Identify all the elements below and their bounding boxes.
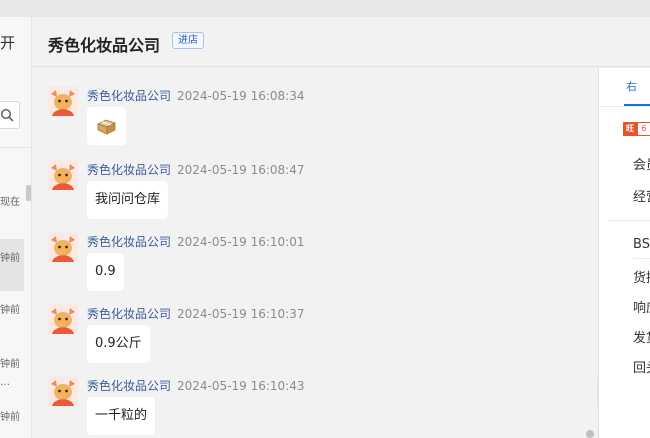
badge-primary: 旺 bbox=[623, 122, 637, 136]
message-time: 2024-05-19 16:10:37 bbox=[177, 307, 305, 321]
chat-header: 秀色化妆品公司 进店 bbox=[33, 17, 650, 67]
seller-badge: 旺 6 bbox=[623, 122, 650, 136]
message-sender: 秀色化妆品公司 bbox=[87, 307, 172, 321]
info-row-label: 经营 bbox=[633, 190, 650, 205]
message-sender: 秀色化妆品公司 bbox=[87, 379, 172, 393]
message-time: 2024-05-19 16:10:43 bbox=[177, 379, 305, 393]
conversation-preview: … bbox=[0, 377, 10, 388]
tab-shop-info[interactable]: 右 bbox=[626, 78, 637, 94]
message-time: 2024-05-19 16:10:01 bbox=[177, 235, 305, 249]
divider bbox=[609, 220, 650, 221]
message-list[interactable]: 秀色化妆品公司 2024-05-19 16:08:34 秀色化妆品公司 2024-0… bbox=[33, 68, 598, 438]
shop-avatar-icon[interactable] bbox=[48, 376, 78, 406]
message-time: 2024-05-19 16:08:34 bbox=[177, 89, 305, 103]
message-bubble[interactable]: 0.9公斤 bbox=[87, 325, 150, 363]
conversation-time: 钟前 bbox=[0, 305, 20, 316]
shop-info-panel: 右 旺 6 会员 经营 BSI 货描 响应 发货 回头 bbox=[598, 68, 650, 438]
info-row-label: BSI bbox=[633, 237, 650, 252]
message-meta: 秀色化妆品公司 2024-05-19 16:08:34 bbox=[87, 87, 304, 104]
search-icon bbox=[0, 108, 14, 122]
message-sender: 秀色化妆品公司 bbox=[87, 163, 172, 177]
info-row-label: 货描 bbox=[633, 271, 650, 286]
visit-shop-button[interactable]: 进店 bbox=[172, 32, 204, 49]
window-top-bar bbox=[0, 0, 650, 17]
info-row-label: 回头 bbox=[633, 361, 650, 376]
badge-secondary: 6 bbox=[637, 122, 650, 136]
conversation-time: 钟前 bbox=[0, 253, 20, 264]
message-bubble[interactable]: 我问问仓库 bbox=[87, 181, 169, 219]
conversation-time: 现在 bbox=[0, 197, 20, 208]
divider bbox=[599, 106, 650, 107]
info-row-label: 响应 bbox=[633, 301, 650, 316]
conversation-item-selected[interactable] bbox=[0, 239, 24, 291]
info-row-label: 发货 bbox=[633, 331, 650, 346]
conversation-time: 钟前 bbox=[0, 412, 20, 423]
message-meta: 秀色化妆品公司 2024-05-19 16:10:01 bbox=[87, 233, 304, 250]
shop-avatar-icon[interactable] bbox=[48, 86, 78, 116]
message-sender: 秀色化妆品公司 bbox=[87, 235, 172, 249]
message-time: 2024-05-19 16:08:47 bbox=[177, 163, 305, 177]
shop-name: 秀色化妆品公司 bbox=[48, 36, 161, 55]
list-scrollbar[interactable] bbox=[26, 185, 31, 201]
divider bbox=[0, 147, 31, 148]
message-sender: 秀色化妆品公司 bbox=[87, 89, 172, 103]
message-scrollbar[interactable] bbox=[586, 430, 594, 438]
shop-avatar-icon[interactable] bbox=[48, 232, 78, 262]
message-bubble[interactable] bbox=[87, 107, 126, 145]
conversation-list-panel: 开 现在 钟前 钟前 钟前 … 钟前 bbox=[0, 17, 32, 438]
search-button[interactable] bbox=[0, 101, 20, 129]
info-row-label: 会员 bbox=[633, 158, 650, 173]
package-icon bbox=[96, 119, 117, 135]
message-bubble[interactable]: 0.9 bbox=[87, 253, 124, 291]
list-title: 开 bbox=[0, 34, 16, 52]
divider bbox=[633, 258, 650, 259]
message-meta: 秀色化妆品公司 2024-05-19 16:10:43 bbox=[87, 377, 304, 394]
message-bubble[interactable]: 一千粒的 bbox=[87, 397, 156, 435]
shop-avatar-icon[interactable] bbox=[48, 160, 78, 190]
conversation-time: 钟前 bbox=[0, 359, 20, 370]
shop-avatar-icon[interactable] bbox=[48, 304, 78, 334]
message-meta: 秀色化妆品公司 2024-05-19 16:10:37 bbox=[87, 305, 304, 322]
message-meta: 秀色化妆品公司 2024-05-19 16:08:47 bbox=[87, 161, 304, 178]
